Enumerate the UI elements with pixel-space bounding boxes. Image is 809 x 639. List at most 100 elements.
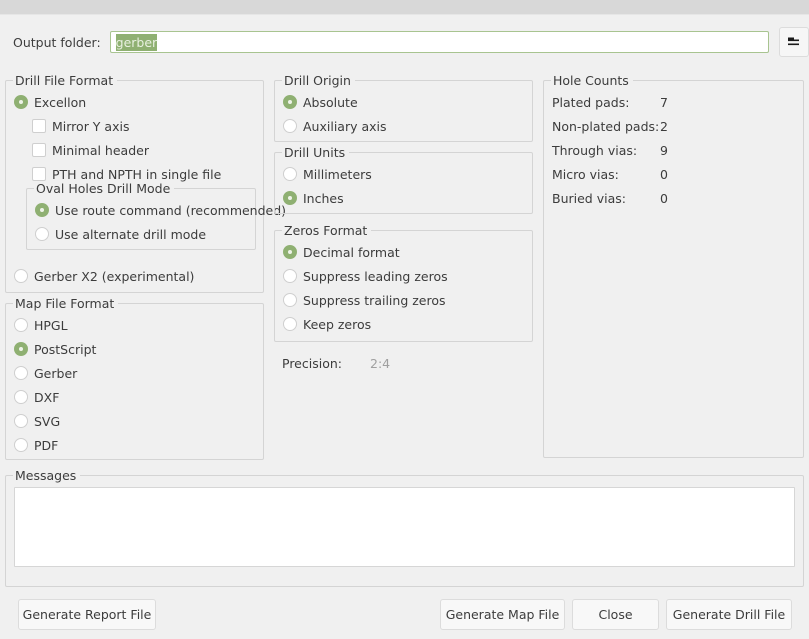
drill-origin-legend: Drill Origin	[282, 73, 355, 88]
checkbox-minimal-header-indicator	[32, 143, 46, 157]
radio-absolute[interactable]: Absolute	[275, 90, 532, 114]
checkbox-mirror-y-axis-label: Mirror Y axis	[52, 118, 130, 134]
checkbox-mirror-y-axis[interactable]: Mirror Y axis	[6, 114, 263, 138]
hole-count-row: Through vias: 9	[544, 138, 803, 162]
micro-vias-label: Micro vias:	[552, 166, 619, 182]
generate-map-file-button[interactable]: Generate Map File	[440, 599, 565, 630]
radio-keep-zeros-label: Keep zeros	[303, 316, 372, 332]
radio-inches-indicator	[283, 191, 297, 205]
radio-use-alternate-drill-mode-indicator	[35, 227, 49, 241]
output-folder-input[interactable]: gerber	[109, 31, 769, 53]
radio-gerber-indicator	[14, 366, 28, 380]
radio-hpgl[interactable]: HPGL	[6, 313, 263, 337]
radio-absolute-indicator	[283, 95, 297, 109]
radio-use-route-command-label: Use route command (recommended)	[55, 202, 287, 218]
radio-use-route-command[interactable]: Use route command (recommended)	[27, 198, 286, 222]
radio-inches[interactable]: Inches	[275, 186, 532, 210]
plated-pads-label: Plated pads:	[552, 94, 630, 110]
radio-suppress-leading-zeros-label: Suppress leading zeros	[303, 268, 448, 284]
buried-vias-label: Buried vias:	[552, 190, 626, 206]
non-plated-pads-value: 2	[660, 118, 668, 134]
radio-auxiliary-axis[interactable]: Auxiliary axis	[275, 114, 532, 138]
messages-legend: Messages	[13, 468, 81, 483]
radio-decimal-format-indicator	[283, 245, 297, 259]
radio-postscript-label: PostScript	[34, 341, 97, 357]
radio-gerber-label: Gerber	[34, 365, 78, 381]
precision-row: Precision: 2:4	[274, 356, 390, 371]
oval-holes-legend: Oval Holes Drill Mode	[34, 181, 175, 196]
hole-count-row: Non-plated pads: 2	[544, 114, 803, 138]
checkbox-pth-npth-single-file-indicator	[32, 167, 46, 181]
radio-excellon[interactable]: Excellon	[6, 90, 263, 114]
window-titlebar	[0, 0, 809, 15]
radio-svg-indicator	[14, 414, 28, 428]
checkbox-pth-npth-single-file-label: PTH and NPTH in single file	[52, 166, 222, 182]
map-file-format-legend: Map File Format	[13, 296, 119, 311]
radio-dxf-indicator	[14, 390, 28, 404]
through-vias-label: Through vias:	[552, 142, 638, 158]
radio-decimal-format[interactable]: Decimal format	[275, 240, 532, 264]
radio-suppress-trailing-zeros-indicator	[283, 293, 297, 307]
radio-gerber[interactable]: Gerber	[6, 361, 263, 385]
plated-pads-value: 7	[660, 94, 668, 110]
radio-auxiliary-axis-indicator	[283, 119, 297, 133]
output-folder-label: Output folder:	[13, 34, 101, 50]
close-button[interactable]: Close	[572, 599, 659, 630]
radio-use-alternate-drill-mode[interactable]: Use alternate drill mode	[27, 222, 255, 246]
zeros-format-legend: Zeros Format	[282, 223, 372, 238]
hole-count-row: Micro vias: 0	[544, 162, 803, 186]
output-folder-row: Output folder: gerber	[0, 25, 809, 59]
radio-dxf-label: DXF	[34, 389, 60, 405]
zeros-format-group: Zeros Format Decimal format Suppress lea…	[274, 223, 533, 342]
oval-holes-drill-mode-group: Oval Holes Drill Mode Use route command …	[26, 181, 286, 250]
radio-keep-zeros-indicator	[283, 317, 297, 331]
browse-folder-button[interactable]	[778, 27, 809, 57]
radio-hpgl-label: HPGL	[34, 317, 68, 333]
radio-use-alternate-drill-mode-label: Use alternate drill mode	[55, 226, 207, 242]
buried-vias-value: 0	[660, 190, 668, 206]
hole-count-row: Plated pads: 7	[544, 90, 803, 114]
radio-pdf[interactable]: PDF	[6, 433, 263, 457]
radio-suppress-leading-zeros-indicator	[283, 269, 297, 283]
micro-vias-value: 0	[660, 166, 668, 182]
drill-origin-group: Drill Origin Absolute Auxiliary axis	[274, 73, 533, 142]
radio-decimal-format-label: Decimal format	[303, 244, 400, 260]
precision-value: 2:4	[370, 356, 391, 371]
non-plated-pads-label: Non-plated pads:	[552, 118, 660, 134]
through-vias-value: 9	[660, 142, 668, 158]
radio-gerber-x2[interactable]: Gerber X2 (experimental)	[6, 264, 194, 288]
drill-units-legend: Drill Units	[282, 145, 350, 160]
radio-excellon-label: Excellon	[34, 94, 87, 110]
radio-millimeters-indicator	[283, 167, 297, 181]
radio-postscript-indicator	[14, 342, 28, 356]
folder-open-icon	[787, 37, 799, 46]
radio-gerber-x2-indicator	[14, 269, 28, 283]
radio-postscript[interactable]: PostScript	[6, 337, 263, 361]
drill-units-group: Drill Units Millimeters Inches	[274, 145, 533, 214]
hole-counts-legend: Hole Counts	[551, 73, 633, 88]
checkbox-mirror-y-axis-indicator	[32, 119, 46, 133]
radio-use-route-command-indicator	[35, 203, 49, 217]
radio-inches-label: Inches	[303, 190, 344, 206]
checkbox-minimal-header-label: Minimal header	[52, 142, 149, 158]
output-folder-value: gerber	[115, 33, 158, 51]
drill-file-format-group: Drill File Format Excellon Mirror Y axis…	[5, 73, 286, 293]
radio-millimeters[interactable]: Millimeters	[275, 162, 532, 186]
radio-suppress-trailing-zeros[interactable]: Suppress trailing zeros	[275, 288, 532, 312]
radio-auxiliary-axis-label: Auxiliary axis	[303, 118, 387, 134]
radio-hpgl-indicator	[14, 318, 28, 332]
map-file-format-group: Map File Format HPGL PostScript Gerber D…	[5, 296, 264, 460]
messages-group: Messages	[5, 468, 804, 587]
checkbox-minimal-header[interactable]: Minimal header	[6, 138, 263, 162]
radio-suppress-trailing-zeros-label: Suppress trailing zeros	[303, 292, 446, 308]
radio-keep-zeros[interactable]: Keep zeros	[275, 312, 532, 336]
precision-label: Precision:	[282, 356, 342, 371]
radio-suppress-leading-zeros[interactable]: Suppress leading zeros	[275, 264, 532, 288]
generate-drill-file-button[interactable]: Generate Drill File	[666, 599, 792, 630]
radio-svg[interactable]: SVG	[6, 409, 263, 433]
messages-textarea[interactable]	[14, 487, 795, 567]
hole-count-row: Buried vias: 0	[544, 186, 803, 210]
generate-report-file-button[interactable]: Generate Report File	[18, 599, 156, 630]
radio-dxf[interactable]: DXF	[6, 385, 263, 409]
radio-pdf-label: PDF	[34, 437, 59, 453]
